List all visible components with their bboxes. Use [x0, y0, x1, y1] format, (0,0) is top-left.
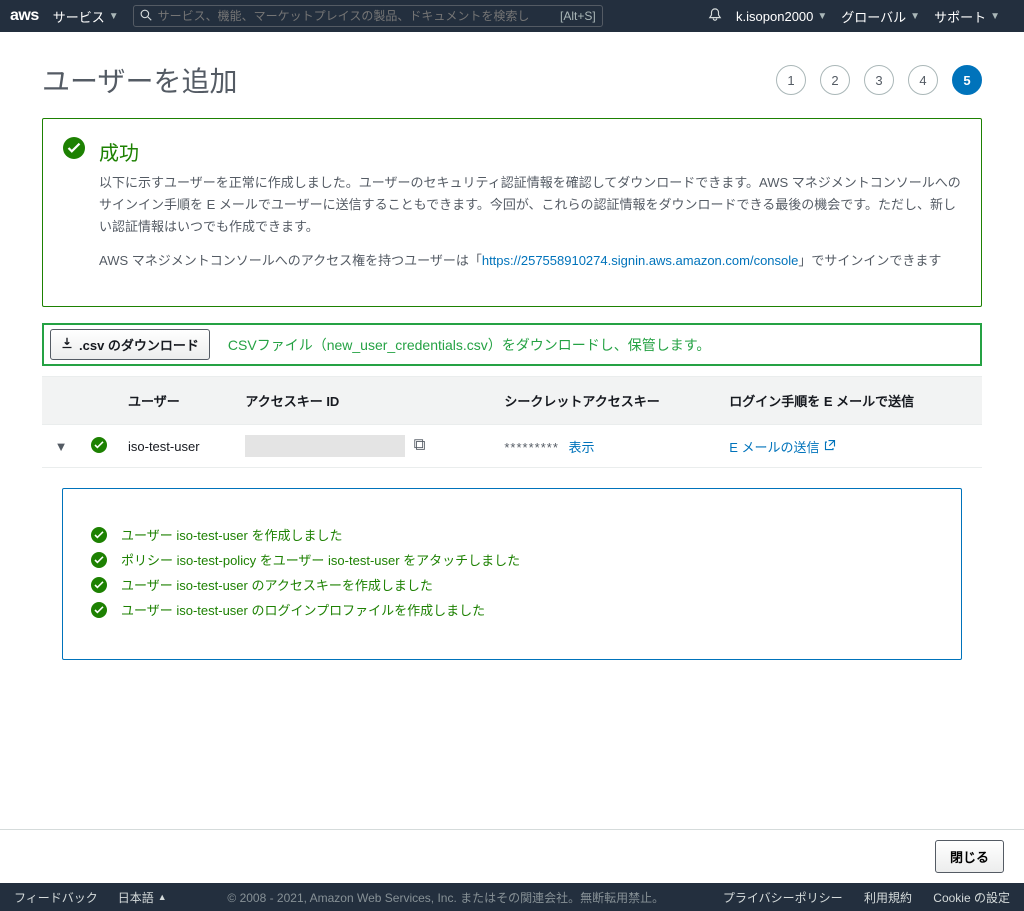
- caret-down-icon: ▼: [910, 11, 920, 22]
- caret-down-icon: ▼: [990, 11, 1000, 22]
- expand-toggle[interactable]: ▼: [42, 425, 80, 468]
- caret-down-icon: ▼: [109, 11, 119, 22]
- cookie-link[interactable]: Cookie の設定: [933, 891, 1010, 905]
- detail-row: ユーザー iso-test-user を作成しました: [91, 525, 933, 544]
- footer: フィードバック 日本語 ▲ © 2008 - 2021, Amazon Web …: [0, 883, 1024, 911]
- step-2[interactable]: 2: [820, 65, 850, 95]
- step-4[interactable]: 4: [908, 65, 938, 95]
- external-icon: [824, 439, 836, 454]
- cell-user: iso-test-user: [118, 425, 235, 468]
- page-title: ユーザーを追加: [42, 60, 237, 100]
- row-status-icon: [80, 425, 118, 468]
- col-secret: シークレットアクセスキー: [494, 377, 719, 425]
- support-menu[interactable]: サポート ▼: [934, 7, 1000, 26]
- success-text-1: 以下に示すユーザーを正常に作成しました。ユーザーのセキュリティ認証情報を確認して…: [99, 172, 961, 238]
- col-user: ユーザー: [118, 377, 235, 425]
- caret-down-icon: ▼: [817, 11, 827, 22]
- aws-logo[interactable]: aws: [10, 7, 39, 25]
- caret-up-icon: ▲: [158, 892, 167, 902]
- access-key-masked: [245, 435, 405, 457]
- search-hint: [Alt+S]: [560, 9, 596, 23]
- download-icon: [61, 337, 73, 352]
- account-label: k.isopon2000: [736, 9, 813, 24]
- detail-row: ユーザー iso-test-user のログインプロファイルを作成しました: [91, 600, 933, 619]
- csv-note: CSVファイル（new_user_credentials.csv）をダウンロード…: [228, 335, 710, 355]
- detail-msg: ポリシー iso-test-policy をユーザー iso-test-user…: [121, 550, 520, 569]
- download-csv-label: .csv のダウンロード: [79, 335, 199, 354]
- signin-link[interactable]: https://257558910274.signin.aws.amazon.c…: [482, 253, 799, 268]
- region-menu[interactable]: グローバル ▼: [841, 7, 920, 26]
- privacy-link[interactable]: プライバシーポリシー: [723, 891, 843, 905]
- detail-row: ポリシー iso-test-policy をユーザー iso-test-user…: [91, 550, 933, 569]
- step-5[interactable]: 5: [952, 65, 982, 95]
- feedback-link[interactable]: フィードバック: [14, 889, 98, 906]
- account-menu[interactable]: k.isopon2000 ▼: [736, 9, 827, 24]
- wizard-steps: 1 2 3 4 5: [776, 65, 982, 95]
- users-table: ユーザー アクセスキー ID シークレットアクセスキー ログイン手順を E メー…: [42, 376, 982, 468]
- action-bar: 閉じる: [0, 829, 1024, 883]
- support-label: サポート: [934, 7, 986, 26]
- success-text-2: AWS マネジメントコンソールへのアクセス権を持つユーザーは「https://2…: [99, 250, 961, 272]
- close-button[interactable]: 閉じる: [935, 840, 1004, 873]
- search-input[interactable]: [158, 9, 554, 23]
- notifications-icon[interactable]: [708, 8, 722, 25]
- services-menu[interactable]: サービス ▼: [53, 7, 119, 26]
- terms-link[interactable]: 利用規約: [864, 891, 912, 905]
- top-nav: aws サービス ▼ [Alt+S] k.isopon2000 ▼ グローバル …: [0, 0, 1024, 32]
- details-box: ユーザー iso-test-user を作成しました ポリシー iso-test…: [62, 488, 962, 660]
- secret-masked: *********: [504, 440, 559, 455]
- success-title: 成功: [99, 137, 961, 166]
- col-email: ログイン手順を E メールで送信: [719, 377, 982, 425]
- success-alert: 成功 以下に示すユーザーを正常に作成しました。ユーザーのセキュリティ認証情報を確…: [42, 118, 982, 307]
- send-email-label: E メールの送信: [729, 437, 819, 456]
- detail-msg: ユーザー iso-test-user のログインプロファイルを作成しました: [121, 600, 485, 619]
- detail-row: ユーザー iso-test-user のアクセスキーを作成しました: [91, 575, 933, 594]
- step-1[interactable]: 1: [776, 65, 806, 95]
- copyright: © 2008 - 2021, Amazon Web Services, Inc.…: [187, 889, 705, 906]
- step-3[interactable]: 3: [864, 65, 894, 95]
- detail-msg: ユーザー iso-test-user を作成しました: [121, 525, 342, 544]
- download-csv-button[interactable]: .csv のダウンロード: [50, 329, 210, 360]
- col-access: アクセスキー ID: [235, 377, 494, 425]
- copy-icon[interactable]: [413, 438, 427, 455]
- csv-download-row: .csv のダウンロード CSVファイル（new_user_credential…: [42, 323, 982, 366]
- show-secret-link[interactable]: 表示: [569, 440, 595, 455]
- search-box[interactable]: [Alt+S]: [133, 5, 603, 27]
- detail-msg: ユーザー iso-test-user のアクセスキーを作成しました: [121, 575, 433, 594]
- send-email-link[interactable]: E メールの送信: [729, 437, 835, 456]
- services-label: サービス: [53, 7, 105, 26]
- success-icon: [63, 137, 85, 284]
- search-icon: [140, 9, 152, 24]
- region-label: グローバル: [841, 7, 906, 26]
- table-row: ▼ iso-test-user ********* 表示: [42, 425, 982, 468]
- language-menu[interactable]: 日本語 ▲: [118, 889, 167, 906]
